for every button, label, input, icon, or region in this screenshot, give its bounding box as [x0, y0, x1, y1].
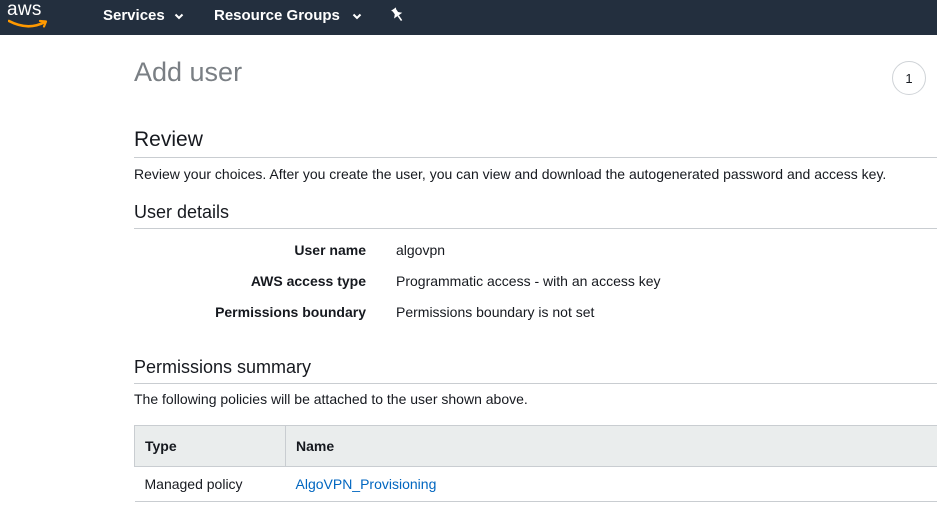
chevron-down-icon	[352, 7, 362, 24]
services-menu[interactable]: Services	[103, 7, 184, 24]
access-type-value: Programmatic access - with an access key	[396, 273, 661, 289]
page-title: Add user	[134, 57, 243, 87]
top-nav-bar: aws Services Resource Groups	[0, 0, 937, 35]
policy-type-cell: Managed policy	[134, 466, 286, 502]
user-name-label: User name	[294, 242, 366, 258]
review-description: Review your choices. After you create th…	[134, 166, 887, 182]
user-details-divider	[134, 228, 937, 229]
review-heading: Review	[134, 128, 203, 151]
resource-groups-label: Resource Groups	[214, 7, 340, 24]
permissions-boundary-value: Permissions boundary is not set	[396, 304, 595, 320]
permissions-table: Type Name Managed policy AlgoVPN_Provisi…	[134, 425, 937, 502]
chevron-down-icon	[174, 7, 184, 24]
permissions-divider	[134, 383, 937, 384]
user-name-value: algovpn	[396, 242, 446, 258]
policy-name-cell: AlgoVPN_Provisioning	[285, 466, 937, 502]
permissions-boundary-label: Permissions boundary	[215, 304, 366, 320]
review-divider	[134, 157, 937, 158]
table-header-row: Type Name	[134, 425, 937, 467]
user-details-heading: User details	[134, 202, 230, 222]
aws-logo[interactable]: aws	[6, 0, 50, 31]
table-row: Managed policy AlgoVPN_Provisioning	[134, 466, 937, 502]
permissions-summary-heading: Permissions summary	[134, 357, 312, 377]
resource-groups-menu[interactable]: Resource Groups	[214, 7, 362, 24]
column-header-type[interactable]: Type	[134, 425, 286, 467]
access-type-label: AWS access type	[250, 273, 366, 289]
policy-link[interactable]: AlgoVPN_Provisioning	[296, 476, 437, 492]
permissions-description: The following policies will be attached …	[134, 391, 528, 407]
step-indicator[interactable]: 1	[892, 61, 926, 95]
column-header-name[interactable]: Name	[285, 425, 937, 467]
aws-smile-icon	[8, 19, 48, 28]
pin-icon[interactable]	[390, 7, 404, 28]
services-label: Services	[103, 7, 165, 24]
